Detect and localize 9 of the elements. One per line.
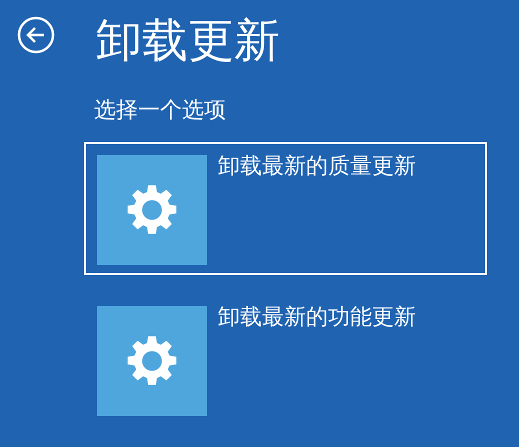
option-item[interactable]: 卸载最新的功能更新 bbox=[84, 293, 487, 426]
option-label: 卸载最新的质量更新 bbox=[218, 155, 416, 181]
gear-icon bbox=[125, 183, 179, 237]
option-item[interactable]: 卸载最新的质量更新 bbox=[84, 142, 487, 275]
gear-icon bbox=[125, 334, 179, 388]
option-label: 卸载最新的功能更新 bbox=[218, 306, 416, 332]
back-button[interactable] bbox=[16, 15, 56, 55]
subtitle: 选择一个选项 bbox=[94, 97, 227, 125]
page-title: 卸载更新 bbox=[96, 12, 280, 68]
